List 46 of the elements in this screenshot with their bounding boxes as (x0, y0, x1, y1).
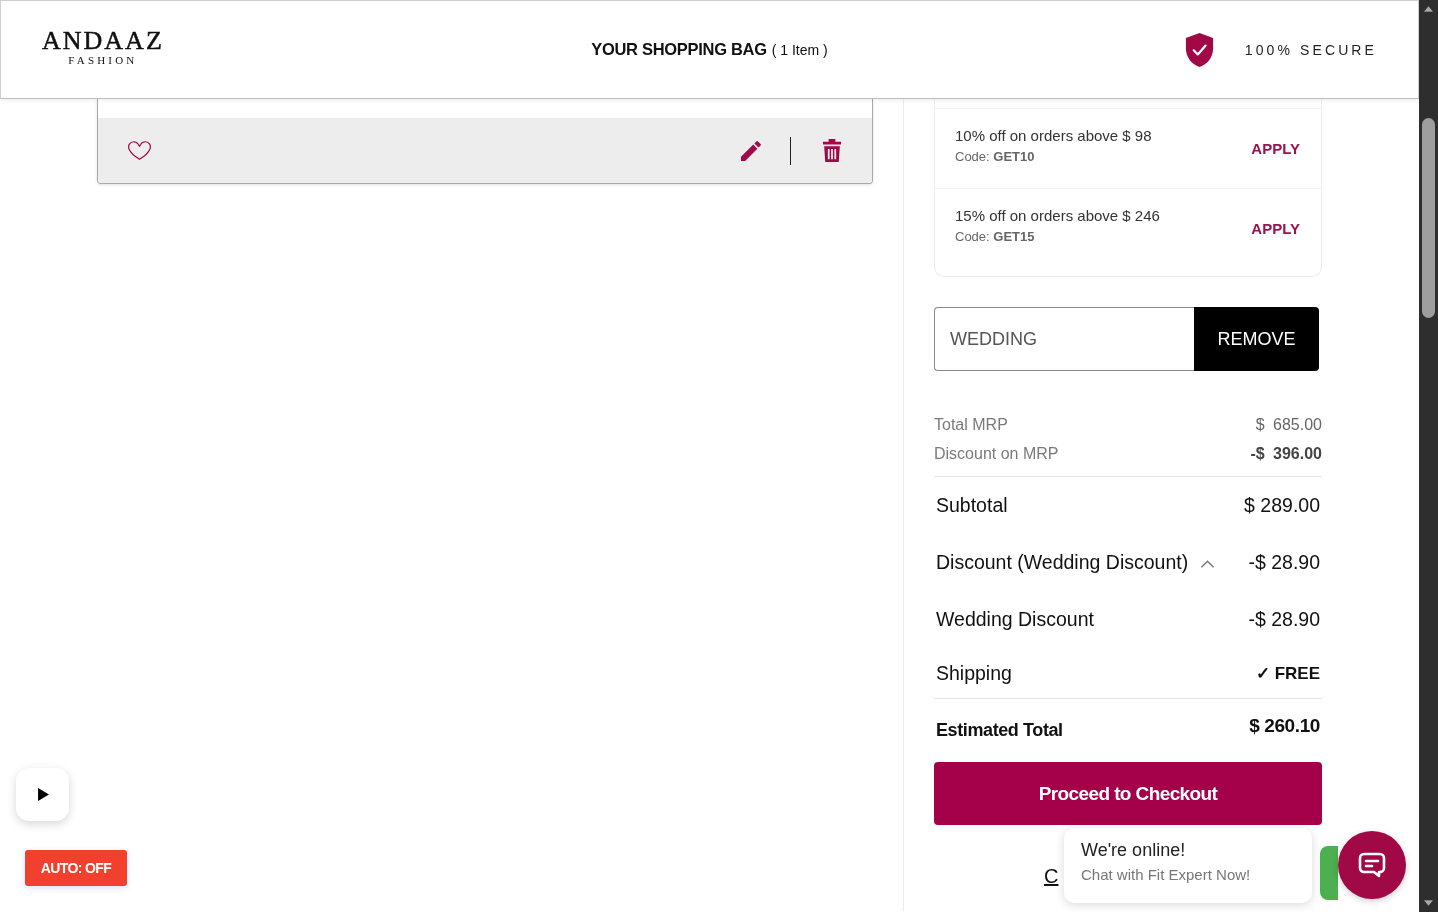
shipping-label: Shipping (936, 661, 1012, 685)
chevron-up-icon[interactable] (1200, 558, 1216, 569)
subtotal-value: $ 289.00 (1244, 494, 1320, 517)
scroll-down-icon[interactable] (1424, 900, 1433, 906)
chat-icon (1358, 852, 1386, 878)
offer-description: 15% off on orders above $ 246 (955, 205, 1160, 226)
secure-label: 100% SECURE (1244, 41, 1377, 58)
discount-item-label: Wedding Discount (936, 608, 1094, 631)
checkout-button[interactable]: Proceed to Checkout (934, 762, 1322, 825)
price-value: $ 685.00 (1255, 415, 1322, 434)
heart-icon[interactable] (128, 140, 151, 161)
chat-button[interactable] (1338, 831, 1406, 899)
page-title: YOUR SHOPPING BAG (591, 40, 767, 59)
apply-button[interactable]: APPLY (1251, 140, 1300, 157)
coupon-field[interactable]: WEDDING (934, 307, 1194, 371)
discount-item-value: -$ 28.90 (1248, 608, 1320, 631)
estimated-total-label: Estimated Total (936, 719, 1063, 741)
remove-coupon-button[interactable]: REMOVE (1194, 307, 1319, 371)
offer-code: Code: GET10 (955, 147, 1036, 166)
apply-button[interactable]: APPLY (1251, 220, 1300, 237)
item-count: ( 1 Item ) (771, 42, 828, 58)
offer-code: Code: GET15 (955, 227, 1036, 246)
play-icon (38, 788, 49, 801)
scrollbar-thumb[interactable] (1422, 118, 1435, 318)
scroll-up-icon[interactable] (1424, 6, 1433, 12)
continue-shopping-link[interactable]: C (1044, 865, 1059, 887)
subtotal-label: Subtotal (936, 494, 1008, 517)
price-label: Total MRP (934, 415, 1008, 434)
discount-label: Discount (Wedding Discount) (936, 551, 1189, 574)
pencil-icon[interactable] (741, 140, 761, 161)
chat-prompt-title: We're online! (1081, 839, 1187, 861)
chat-prompt-subtitle: Chat with Fit Expert Now! (1081, 865, 1252, 885)
offer-description: 10% off on orders above $ 98 (955, 125, 1152, 146)
autoplay-toggle[interactable]: AUTO: OFF (25, 850, 127, 886)
shipping-value: ✓ FREE (1255, 662, 1320, 684)
shield-check-icon (1183, 32, 1215, 67)
price-label: Discount on MRP (934, 444, 1059, 463)
discount-value: -$ 28.90 (1248, 551, 1320, 574)
chat-prompt-card[interactable]: We're online! Chat with Fit Expert Now! (1064, 828, 1312, 903)
scrollbar-track[interactable] (1419, 0, 1438, 912)
brand-tagline: FASHION (68, 53, 138, 66)
brand-logo[interactable]: ANDAAZ (42, 27, 164, 54)
estimated-total-value: $ 260.10 (1249, 714, 1320, 737)
trash-icon[interactable] (823, 139, 841, 162)
play-button[interactable] (16, 768, 69, 821)
price-value: -$ 396.00 (1250, 444, 1322, 463)
